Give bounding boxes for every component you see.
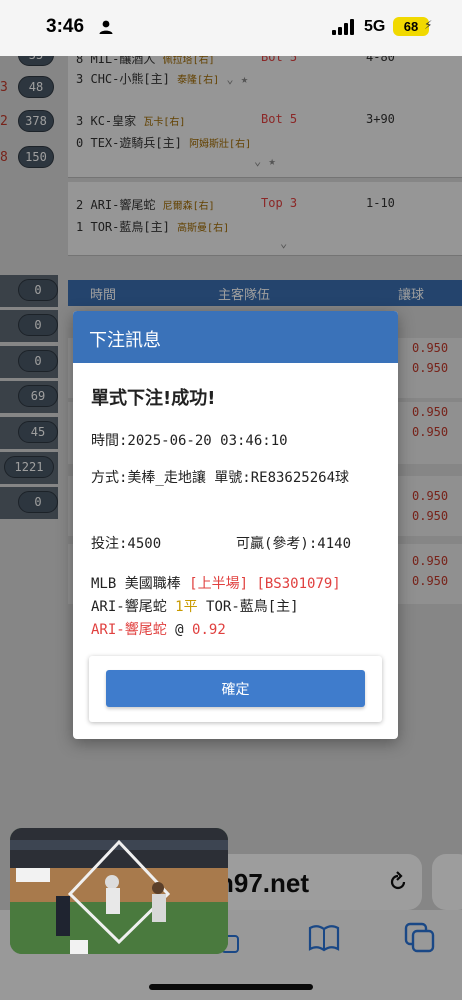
dialog-title: 下注訊息 (89, 330, 161, 351)
person-icon (99, 20, 113, 34)
bet-potential-win: 可贏(參考):4140 (236, 536, 352, 552)
success-message: 單式下注!成功! (91, 388, 216, 409)
bet-period: [上半場] (189, 576, 249, 592)
status-bar: 3:46 5G 68 ⚡ (0, 0, 462, 56)
picked-team: ARI-響尾蛇 (91, 622, 167, 638)
bet-code: [BS301079] (256, 576, 341, 592)
baseball-broadcast-image (10, 828, 228, 954)
bet-league-line: MLB 美國職棒 [上半場] [BS301079] (91, 573, 341, 593)
network-label: 5G (364, 18, 386, 35)
status-time: 3:46 (46, 16, 85, 37)
dialog-header: 下注訊息 (73, 311, 398, 363)
charging-bolt-icon: ⚡ (424, 18, 433, 32)
bet-pick-line: ARI-響尾蛇 @ 0.92 (91, 619, 226, 639)
bet-confirmation-dialog: 下注訊息 單式下注!成功! 時間:2025-06-20 03:46:10 方式:… (73, 311, 398, 739)
bet-method: 方式:美棒_走地讓 單號:RE83625264球 (91, 470, 350, 486)
home-team: TOR-藍鳥[主] (206, 599, 299, 615)
bet-odds: 0.92 (192, 622, 226, 638)
confirm-panel: 確定 (89, 656, 382, 722)
cellular-signal-icon (332, 19, 354, 35)
bet-time: 時間:2025-06-20 03:46:10 (91, 433, 288, 449)
confirm-button[interactable]: 確定 (106, 670, 365, 707)
bet-matchup-line: ARI-響尾蛇 1平 TOR-藍鳥[主] (91, 596, 299, 616)
handicap-value: 1平 (175, 599, 198, 615)
battery-level: 68 (403, 19, 419, 34)
picture-in-picture-video[interactable] (10, 828, 228, 954)
bet-stake: 投注:4500 (91, 536, 162, 552)
at-sign: @ (175, 622, 184, 638)
league-name: MLB 美國職棒 (91, 576, 181, 592)
away-team: ARI-響尾蛇 (91, 599, 167, 615)
